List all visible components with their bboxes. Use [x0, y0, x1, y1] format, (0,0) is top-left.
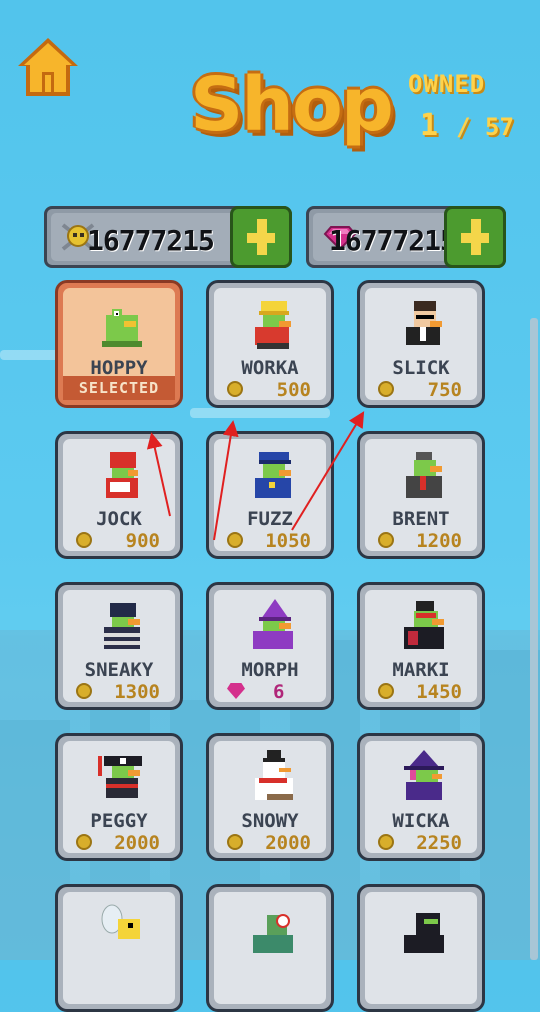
hoppy-sprite: [102, 309, 142, 347]
page-title: Shop: [190, 62, 394, 148]
character-name: WORKA: [241, 357, 299, 379]
price-tag: 2000: [223, 832, 323, 854]
price-tag: 900: [72, 530, 172, 552]
price-tag: 2250: [374, 832, 474, 854]
coin-balance-bar: 16777215: [44, 206, 292, 268]
price-tag: 2000: [72, 832, 172, 854]
price-amount: 6: [273, 681, 285, 703]
character-name: WICKA: [392, 810, 450, 832]
character-card-snowy[interactable]: SNOWY 2000: [206, 733, 334, 861]
character-card-fuzz[interactable]: FUZZ 1050: [206, 431, 334, 559]
coin-icon: [227, 532, 243, 548]
character-name: SLICK: [392, 357, 450, 379]
gem-balance: 16777215: [329, 224, 457, 257]
jock-sprite: [106, 452, 138, 498]
gem-icon: [227, 683, 245, 699]
character-name: SNEAKY: [84, 659, 154, 681]
home-icon: [18, 38, 78, 96]
character-name: JOCK: [96, 508, 142, 530]
price-tag: 1450: [374, 681, 474, 703]
buy-coins-button[interactable]: [230, 206, 292, 268]
coin-balance: 16777215: [87, 224, 215, 257]
coin-icon: [378, 381, 394, 397]
coin-icon: [227, 381, 243, 397]
character-card-bee[interactable]: [55, 884, 183, 1012]
price-amount: 1050: [265, 530, 311, 552]
price-amount: 1300: [114, 681, 160, 703]
coin-icon: [378, 834, 394, 850]
character-card-jock[interactable]: JOCK 900: [55, 431, 183, 559]
character-card-zombie[interactable]: [206, 884, 334, 1012]
fuzz-sprite: [255, 452, 291, 498]
price-amount: 2000: [114, 832, 160, 854]
selected-badge: SELECTED: [63, 376, 175, 400]
character-card-ninja[interactable]: [357, 884, 485, 1012]
owned-total: / 57: [456, 113, 514, 141]
cloud: [0, 350, 60, 360]
price-amount: 900: [125, 530, 160, 552]
character-card-slick[interactable]: SLICK 750: [357, 280, 485, 408]
character-card-morph[interactable]: MORPH 6: [206, 582, 334, 710]
price-amount: 2000: [265, 832, 311, 854]
price-tag: 6: [223, 681, 323, 703]
price-amount: 1450: [416, 681, 462, 703]
gem-balance-bar: 16777215: [306, 206, 506, 268]
character-card-peggy[interactable]: PEGGY 2000: [55, 733, 183, 861]
worka-sprite: [255, 301, 291, 349]
zombie-sprite: [253, 914, 293, 953]
coin-icon: [378, 532, 394, 548]
scrollbar[interactable]: [530, 318, 538, 960]
character-card-hoppy[interactable]: HOPPY SELECTED: [55, 280, 183, 408]
marki-sprite: [404, 601, 444, 649]
coin-icon: [378, 683, 394, 699]
price-tag: 1200: [374, 530, 474, 552]
character-name: PEGGY: [90, 810, 148, 832]
peggy-sprite: [98, 756, 142, 798]
character-card-sneaky[interactable]: SNEAKY 1300: [55, 582, 183, 710]
sneaky-sprite: [104, 603, 140, 649]
snowy-sprite: [255, 750, 293, 800]
owned-number: 1: [420, 108, 439, 143]
character-name: MARKI: [392, 659, 450, 681]
buy-gems-button[interactable]: [444, 206, 506, 268]
ninja-sprite: [404, 913, 444, 953]
character-card-marki[interactable]: MARKI 1450: [357, 582, 485, 710]
coin-icon: [76, 532, 92, 548]
character-name: SNOWY: [241, 810, 299, 832]
character-name: MORPH: [241, 659, 299, 681]
morph-sprite: [253, 599, 293, 649]
owned-label: OWNED: [408, 70, 486, 98]
brent-sprite: [406, 452, 442, 498]
price-amount: 1200: [416, 530, 462, 552]
bee-sprite: [101, 904, 140, 939]
price-amount: 750: [427, 379, 462, 401]
price-tag: 750: [374, 379, 474, 401]
cloud: [190, 408, 330, 418]
character-card-wicka[interactable]: WICKA 2250: [357, 733, 485, 861]
coin-icon: [76, 834, 92, 850]
price-tag: 1300: [72, 681, 172, 703]
coin-icon: [76, 683, 92, 699]
owned-count: 1 / 57: [420, 108, 514, 143]
character-card-worka[interactable]: WORKA 500: [206, 280, 334, 408]
slick-sprite: [406, 301, 442, 345]
home-button[interactable]: [16, 36, 80, 98]
price-amount: 2250: [416, 832, 462, 854]
character-name: BRENT: [392, 508, 450, 530]
price-tag: 500: [223, 379, 323, 401]
price-amount: 500: [276, 379, 311, 401]
price-tag: 1050: [223, 530, 323, 552]
coin-icon: [227, 834, 243, 850]
character-name: FUZZ: [247, 508, 293, 530]
wicka-sprite: [404, 750, 444, 800]
character-card-brent[interactable]: BRENT 1200: [357, 431, 485, 559]
